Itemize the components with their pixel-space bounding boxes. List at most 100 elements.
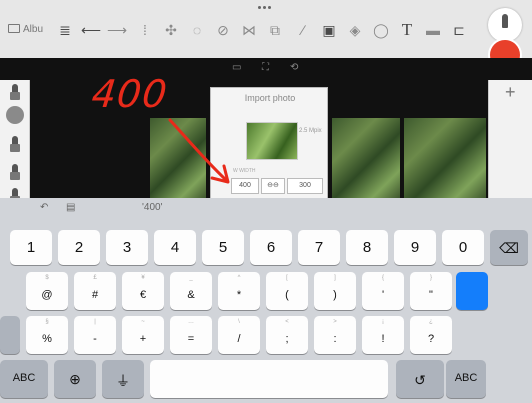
key-3[interactable]: 3 [106,230,148,265]
undo-typing-icon[interactable]: ↶ [40,202,48,213]
key-7[interactable]: 7 [298,230,340,265]
symbol-key[interactable]: } " [410,272,452,310]
rotate-icon[interactable]: ⟲ [290,62,298,73]
add-layer-icon[interactable]: + [505,82,516,103]
key-alt-label: ~ [141,319,145,325]
symmetry-icon[interactable]: ⋈ [238,18,260,42]
return-key[interactable] [456,272,488,310]
key-alt-label: ^ [237,275,241,281]
key-alt-label: } [429,275,432,281]
brush-item[interactable] [9,84,21,102]
symbol-key[interactable]: §% [26,316,68,354]
key-alt-label: ¿ [429,319,433,325]
lasso-icon[interactable]: ◌ [186,18,208,42]
symbol-key[interactable]: {' [362,272,404,310]
eraser-icon[interactable]: ⊘ [212,18,234,42]
key-alt-label: { [381,275,384,281]
fit-icon[interactable]: ⛶ [262,62,269,73]
key-label: + [139,333,147,345]
transform-icon[interactable]: ⧉ [264,18,286,42]
redo-icon[interactable]: ⟶ [106,18,128,42]
brush-item[interactable] [9,136,21,154]
key-alt-label: … [188,319,194,325]
height-input[interactable]: 300 [287,178,323,194]
key-alt-label: § [45,319,49,325]
paste-icon[interactable]: ▤ [66,202,75,213]
predictive-suggestion[interactable]: '400' [142,202,163,213]
dictation-key[interactable]: ⏚ [102,360,144,398]
key-label: ; [285,333,289,345]
key-alt-label: \ [238,319,240,325]
photo-thumbnail[interactable] [332,118,400,200]
key-label: ( [285,289,289,301]
key-alt-label: ] [334,275,336,281]
symbol-key[interactable]: ~ + [122,316,164,354]
keyboard-toggle-icon[interactable]: ▭ [232,62,241,73]
key-0[interactable]: 0 [442,230,484,265]
toolbar-grip-icon[interactable] [258,6,274,10]
key-2[interactable]: 2 [58,230,100,265]
key-label: 4 [170,239,180,256]
symbol-key[interactable]: $ @ [26,272,68,310]
space-key[interactable] [150,360,388,398]
symbol-key[interactable]: ¡! [362,316,404,354]
undo-arrow-key[interactable]: ↺ [396,360,444,398]
album-button[interactable]: Albu [8,22,43,38]
undo-key[interactable] [0,316,20,354]
image-size-label: 2.5 Mpix [299,128,322,134]
key-alt-label: _ [189,275,193,281]
key-9[interactable]: 9 [394,230,436,265]
menu-icon[interactable]: ≣ [54,18,76,42]
key-label: ! [381,333,385,345]
key-8[interactable]: 8 [346,230,388,265]
symbol-key[interactable]: £ # [74,272,116,310]
key-label: ABC [12,372,36,384]
ruler-icon[interactable]: ▬ [422,18,444,42]
brush-size-indicator[interactable] [5,106,25,128]
symbol-key[interactable]: _ & [170,272,212,310]
move-icon[interactable]: ✣ [160,18,182,42]
key-label: 8 [362,239,372,256]
shape-icon[interactable]: ◯ [370,18,392,42]
key-label: 0 [458,239,468,256]
symbol-key[interactable]: ¿? [410,316,452,354]
delete-icon: ⌫ [499,240,519,256]
key-alt-label: £ [93,275,97,281]
layers-icon[interactable]: ◈ [344,18,366,42]
pen-icon[interactable]: ∕ [292,18,314,42]
key-label: ' [381,289,385,301]
brush-size-knob[interactable] [488,8,522,42]
onscreen-keyboard: ↶ ▤ '400' 1 2 3 4 5 6 7 8 9 0 ⌫ $ @ £ # ¥ € _ & ^ *[(]){'} " §… [0,198,532,403]
crop-icon[interactable]: ⊏ [448,18,470,42]
symbol-key[interactable]: >: [314,316,356,354]
key-label: ABC [454,372,478,384]
select-icon[interactable]: ⁞ [134,18,156,42]
symbol-key[interactable]: ^ * [218,272,260,310]
symbol-key[interactable]: [( [266,272,308,310]
symbol-key[interactable]: … = [170,316,212,354]
undo-icon[interactable]: ⟵ [80,18,102,42]
key-5[interactable]: 5 [202,230,244,265]
key-label: = [187,333,195,345]
brush-item[interactable] [9,164,21,182]
symbol-key[interactable]: | - [74,316,116,354]
abc-key-right[interactable]: ABC [446,360,486,398]
key-label: 6 [266,239,276,256]
image-icon[interactable]: ▣ [318,18,340,42]
photo-thumbnail[interactable] [404,118,486,200]
aspect-lock-button[interactable]: ⊖⊖ [261,178,285,194]
symbol-key[interactable]: ¥ € [122,272,164,310]
globe-key[interactable]: ⊕ [54,360,96,398]
symbol-key[interactable]: ]) [314,272,356,310]
key-1[interactable]: 1 [10,230,52,265]
symbol-key[interactable]: \ / [218,316,260,354]
key-4[interactable]: 4 [154,230,196,265]
top-toolbar: Albu ≣ ⟵ ⟶ ⁞ ✣ ◌ ⊘ ⋈ ⧉ ∕ ▣ ◈ ◯ T ▬ ⊏ [0,0,532,58]
delete-key[interactable]: ⌫ [490,230,528,265]
text-tool-icon[interactable]: T [396,18,418,42]
symbol-key[interactable]: <; [266,316,308,354]
key-label: ) [333,289,337,301]
abc-key[interactable]: ABC [0,360,48,398]
key-alt-label: $ [45,275,49,281]
key-6[interactable]: 6 [250,230,292,265]
